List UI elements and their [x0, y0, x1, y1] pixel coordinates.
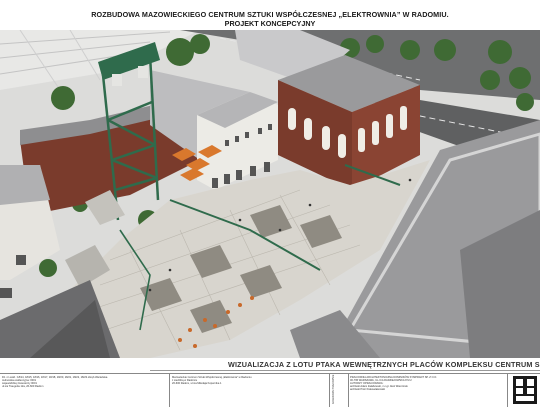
- title-block-authors: PRACOWNIA ARCHITEKTONICZNA DOMINIKÓW SYM…: [348, 374, 508, 407]
- aerial-visualization: [0, 30, 540, 358]
- investor-address: ul.ica Traugutta 12a, 26-600 Radom: [2, 385, 44, 389]
- aerial-render-image: [0, 30, 540, 358]
- view-caption: WIZUALIZACJA Z LOTU PTAKA WEWNĘTRZNYCH P…: [228, 360, 540, 369]
- investor-street: 26-600 Radom, ul.ica Mikołaja Kopernika …: [172, 382, 222, 386]
- project-title: ROZBUDOWA MAZOWIECKIEGO CENTRUM SZTUKI W…: [91, 10, 449, 19]
- caption-rule: [150, 370, 540, 371]
- author-line-2: architekt Piotr Krakowiakowski: [350, 388, 386, 392]
- title-block: Dz. nr ewid.: 18/14, 18/15, 18/16, 18/17…: [0, 373, 540, 408]
- title-block-vertical-label: ADRESOWE PRACOWNIE: [330, 374, 349, 407]
- project-subtitle: PROJEKT KONCEPCYJNY: [224, 19, 316, 28]
- title-header: ROZBUDOWA MAZOWIECKIEGO CENTRUM SZTUKI W…: [0, 0, 540, 30]
- title-block-investor: Mazowieckie Centrum Sztuki Współczesnej …: [170, 374, 330, 407]
- studio-logo: [513, 376, 537, 404]
- title-block-plot-info: Dz. nr ewid.: 18/14, 18/15, 18/16, 18/17…: [0, 374, 170, 407]
